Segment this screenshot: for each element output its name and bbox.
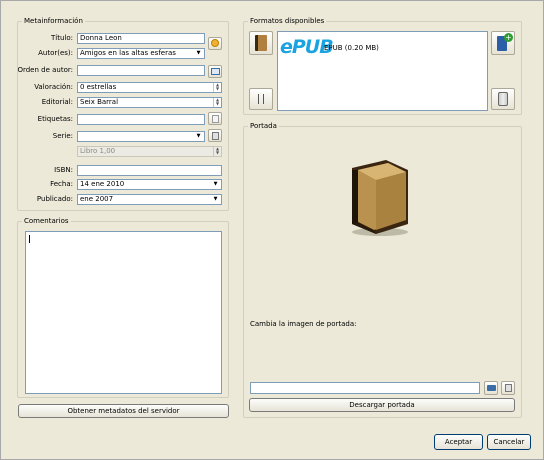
download-cover-button[interactable]: Descargar portada [249, 398, 515, 412]
title-input[interactable]: Donna Leon [77, 33, 205, 44]
metadata-from-format-button[interactable] [249, 88, 273, 110]
authors-value: Amigos en las altas esferas [80, 49, 176, 57]
spin-arrows-icon[interactable]: ▲ ▼ [213, 98, 221, 107]
cancel-button[interactable]: Cancelar [487, 434, 531, 450]
cover-path-input[interactable] [250, 382, 480, 394]
cover-legend: Portada [248, 122, 279, 131]
text-cursor [29, 235, 30, 243]
series-combo[interactable]: ▼ [77, 131, 205, 142]
rating-label: Valoración: [34, 83, 73, 91]
clear-cover-button[interactable] [501, 381, 515, 395]
chevron-down-icon: ▼ [196, 50, 201, 56]
plus-icon: + [504, 33, 513, 42]
isbn-label: ISBN: [54, 166, 73, 174]
book-cover-icon [352, 160, 408, 236]
auto-author-sort-button[interactable] [208, 65, 222, 78]
author-order-input[interactable] [77, 65, 205, 76]
rating-spinbox[interactable]: 0 estrellas ▲ ▼ [77, 82, 222, 93]
published-label: Publicado: [36, 195, 73, 203]
trash-icon [498, 92, 508, 106]
spin-arrows-icon[interactable]: ▲ ▼ [213, 147, 221, 156]
book-icon [255, 35, 267, 51]
trash-icon [505, 384, 512, 392]
metadata-legend: Metainformación [22, 17, 85, 26]
format-item-label: EPUB (0.20 MB) [324, 44, 379, 52]
accept-button[interactable]: Aceptar [434, 434, 483, 450]
date-label: Fecha: [50, 180, 73, 188]
publisher-value: Seix Barral [80, 98, 119, 106]
series-label: Serie: [52, 132, 73, 140]
authors-label: Autor(es): [38, 49, 73, 57]
remove-series-button[interactable] [208, 129, 222, 142]
chevron-down-icon: ▼ [196, 133, 201, 139]
text-cursor-icon [258, 94, 264, 104]
author-order-label: Orden de autor: [17, 66, 73, 74]
formats-legend: Formatos disponibles [248, 17, 327, 26]
publisher-label: Editorial: [41, 98, 73, 106]
swap-title-author-button[interactable] [208, 37, 222, 50]
rating-value: 0 estrellas [80, 83, 117, 91]
published-value: ene 2007 [80, 195, 114, 203]
sort-icon [211, 68, 220, 75]
set-cover-from-format-button[interactable] [249, 31, 273, 55]
tags-input[interactable] [77, 114, 205, 125]
date-picker[interactable]: 14 ene 2010 ▼ [77, 179, 222, 190]
tag-editor-button[interactable] [208, 112, 222, 125]
change-cover-label: Cambia la imagen de portada: [250, 320, 357, 328]
comments-legend: Comentarios [22, 217, 71, 226]
format-item-epub[interactable]: ePUB EPUB (0.20 MB) [280, 34, 380, 60]
series-index-spinbox[interactable]: Libro 1,00 ▲ ▼ [77, 146, 222, 157]
date-value: 14 ene 2010 [80, 180, 125, 188]
chevron-down-icon: ▼ [213, 181, 218, 187]
remove-format-button[interactable] [491, 88, 515, 110]
tag-editor-icon [212, 115, 219, 123]
chevron-down-icon: ▼ [213, 196, 218, 202]
fetch-metadata-button[interactable]: Obtener metadatos del servidor [18, 404, 229, 418]
spin-arrows-icon[interactable]: ▲ ▼ [213, 83, 221, 92]
tags-label: Etiquetas: [37, 115, 73, 123]
trash-icon [212, 132, 219, 140]
publisher-combo[interactable]: Seix Barral ▲ ▼ [77, 97, 222, 108]
cover-image [346, 158, 412, 238]
published-picker[interactable]: ene 2007 ▼ [77, 194, 222, 205]
title-label: Título: [51, 34, 73, 42]
formats-list[interactable]: ePUB EPUB (0.20 MB) [277, 31, 488, 111]
swap-icon [211, 39, 219, 47]
comments-textarea[interactable] [25, 231, 222, 394]
isbn-input[interactable] [77, 165, 222, 176]
authors-combo[interactable]: Amigos en las altas esferas ▼ [77, 48, 205, 59]
add-format-button[interactable]: + [491, 31, 515, 55]
browse-cover-button[interactable] [484, 381, 498, 395]
series-index-value: Libro 1,00 [80, 147, 116, 155]
browse-icon [487, 385, 496, 391]
